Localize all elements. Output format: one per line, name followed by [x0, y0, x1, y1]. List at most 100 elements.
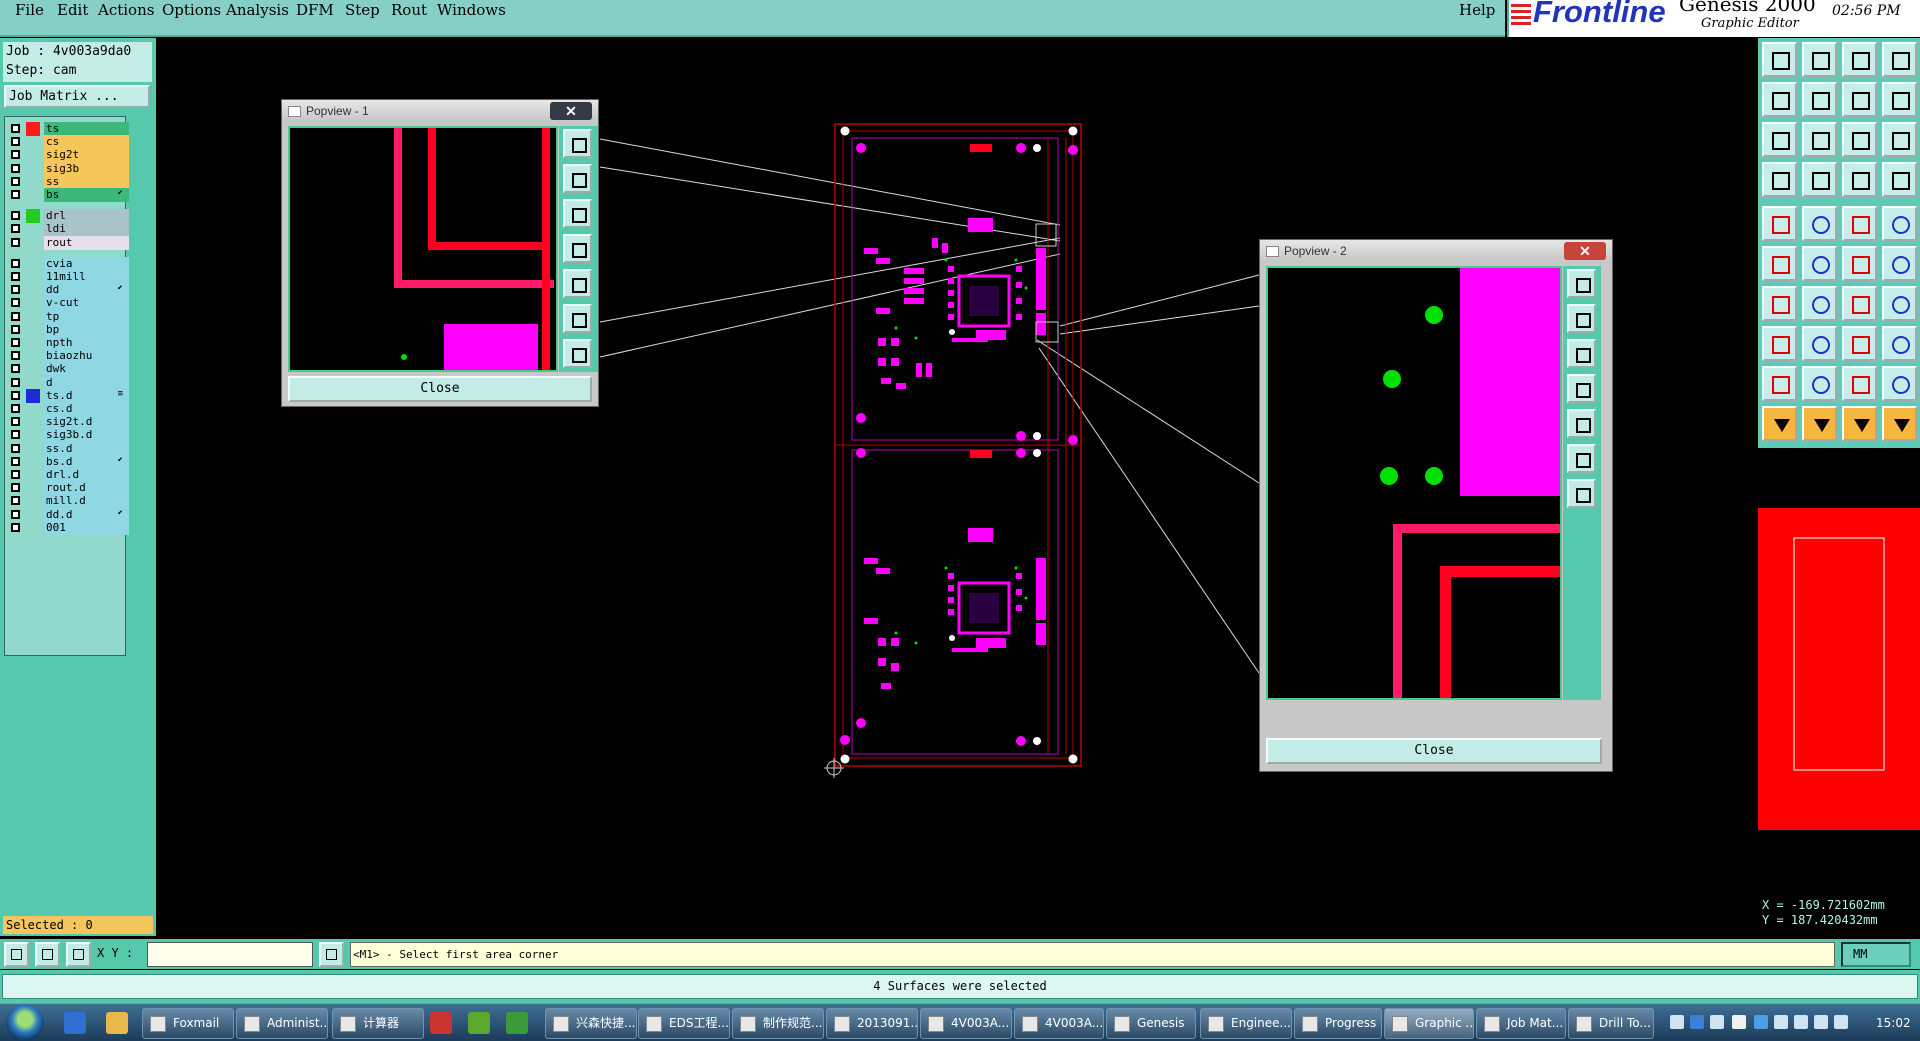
- line-style-icon[interactable]: [1842, 206, 1877, 241]
- taskbar-item[interactable]: 2013091...: [826, 1008, 918, 1039]
- layer-checkbox[interactable]: [11, 163, 20, 173]
- job-matrix-button[interactable]: Job Matrix ...: [4, 85, 150, 108]
- help-tray-icon[interactable]: [1690, 1015, 1704, 1029]
- taskbar-item[interactable]: 兴森快捷...: [545, 1008, 637, 1039]
- layer-checkbox[interactable]: [11, 404, 20, 413]
- popview-1-close-icon[interactable]: ✕: [550, 102, 592, 120]
- layer-checkbox[interactable]: [11, 176, 20, 186]
- menu-edit[interactable]: Edit: [57, 1, 88, 19]
- layer-checkbox[interactable]: [11, 390, 20, 400]
- layer-row-dwk[interactable]: dwk: [8, 362, 129, 377]
- draw-line-icon[interactable]: [1802, 206, 1837, 241]
- layer-name[interactable]: cs.d: [44, 402, 129, 416]
- slot-angle-icon[interactable]: [1802, 286, 1837, 321]
- pad-select-icon[interactable]: [1762, 326, 1797, 361]
- layer-checkbox[interactable]: [11, 496, 20, 506]
- layer-row-d[interactable]: d: [8, 375, 129, 390]
- popview-zoom-out-icon[interactable]: [563, 199, 592, 228]
- tray-icon-3[interactable]: [1710, 1015, 1724, 1029]
- layer-color-swatch[interactable]: [26, 283, 40, 297]
- layer-checkbox[interactable]: [11, 137, 20, 147]
- slot-tool-icon[interactable]: [1762, 286, 1797, 321]
- layer-color-swatch[interactable]: [26, 349, 40, 363]
- triangle-b-icon[interactable]: [1802, 366, 1837, 401]
- layer-color-swatch[interactable]: [26, 481, 40, 495]
- zoom-vertical-icon[interactable]: [1802, 122, 1837, 157]
- zoom-in-icon[interactable]: [1802, 42, 1837, 77]
- layer-color-swatch[interactable]: [26, 236, 40, 250]
- layer-row-v-cut[interactable]: v-cut: [8, 296, 129, 311]
- layer-name[interactable]: drl: [44, 209, 129, 224]
- tray-icon-1[interactable]: [1670, 1015, 1684, 1029]
- grid-mode-icon[interactable]: [66, 942, 91, 967]
- layer-name[interactable]: bs: [44, 188, 129, 202]
- layer-row-ss.d[interactable]: ss.d: [8, 441, 129, 456]
- layer-checkbox[interactable]: [11, 258, 20, 268]
- copy-tool-icon[interactable]: [1882, 326, 1917, 361]
- layer-color-swatch[interactable]: [26, 323, 40, 337]
- layer-row-drl.d[interactable]: drl.d: [8, 468, 129, 482]
- layer-row-dd.d[interactable]: dd.d ⬋: [8, 507, 129, 522]
- system-clock[interactable]: 15:02: [1876, 1016, 1911, 1030]
- pan-both-icon[interactable]: [1842, 82, 1877, 117]
- pan-right-icon[interactable]: [1802, 82, 1837, 117]
- app-icon-2[interactable]: [468, 1012, 490, 1034]
- popview-zoom-out-icon[interactable]: [1567, 339, 1596, 368]
- layer-checkbox[interactable]: [11, 443, 20, 453]
- taskbar-item[interactable]: Progress: [1294, 1008, 1382, 1039]
- layer-name[interactable]: dwk: [44, 362, 129, 377]
- menu-options[interactable]: Options: [162, 1, 221, 19]
- layer-row-tp[interactable]: tp: [8, 309, 129, 324]
- layer-color-swatch[interactable]: [26, 388, 40, 403]
- layer-color-swatch[interactable]: [26, 362, 40, 376]
- taskbar-item[interactable]: Genesis: [1106, 1008, 1196, 1039]
- zoom-ratio-icon[interactable]: [1842, 122, 1877, 157]
- layer-name[interactable]: rout.d: [44, 481, 129, 496]
- popview-2-close-icon[interactable]: ✕: [1564, 242, 1606, 260]
- layer-checkbox[interactable]: [11, 509, 20, 519]
- layer-color-swatch[interactable]: [26, 442, 40, 456]
- taskbar-item[interactable]: Job Mat...: [1476, 1008, 1566, 1039]
- layer-row-npth[interactable]: npth: [8, 336, 129, 350]
- layer-color-swatch[interactable]: [26, 148, 40, 162]
- layer-name[interactable]: mill.d: [44, 494, 129, 509]
- resize-icon[interactable]: [1842, 326, 1877, 361]
- layer-name[interactable]: ss: [44, 174, 129, 189]
- layer-checkbox[interactable]: [11, 190, 20, 199]
- layer-name[interactable]: cs: [44, 135, 129, 150]
- layer-name[interactable]: sig2t: [44, 148, 129, 163]
- volume-icon[interactable]: [1814, 1015, 1828, 1029]
- popview-expand-icon[interactable]: [1567, 444, 1596, 473]
- triangle-d-icon[interactable]: [1882, 366, 1917, 401]
- layer-row-cs[interactable]: cs: [8, 135, 129, 150]
- layer-checkbox[interactable]: [11, 237, 20, 247]
- layer-color-swatch[interactable]: [26, 508, 40, 522]
- layer-color-swatch[interactable]: [26, 122, 40, 136]
- menu-analysis[interactable]: Analysis: [226, 1, 289, 19]
- arc-tool-icon[interactable]: [1842, 246, 1877, 281]
- layer-checkbox[interactable]: [11, 311, 20, 321]
- cursor-select-icon[interactable]: [1762, 406, 1797, 441]
- layer-row-rout.d[interactable]: rout.d: [8, 481, 129, 496]
- layer-name[interactable]: ldi: [44, 222, 129, 237]
- layer-color-swatch[interactable]: [26, 428, 40, 442]
- menu-rout[interactable]: Rout: [391, 1, 427, 19]
- layer-color-swatch[interactable]: [26, 162, 40, 176]
- layer-row-dd[interactable]: dd ⬋: [8, 283, 129, 298]
- xy-input[interactable]: [147, 942, 313, 967]
- layer-color-swatch[interactable]: [26, 310, 40, 324]
- layer-color-swatch[interactable]: [26, 336, 40, 350]
- layer-name[interactable]: cvia: [44, 256, 129, 271]
- popview-1-close-button[interactable]: Close: [288, 376, 592, 402]
- app-icon-3[interactable]: [506, 1012, 528, 1034]
- popview-zoom-in-icon[interactable]: [1567, 304, 1596, 333]
- taskbar-item[interactable]: Foxmail: [142, 1008, 234, 1039]
- flag-icon[interactable]: [1774, 1015, 1788, 1029]
- layer-name[interactable]: rout: [44, 235, 129, 250]
- layer-color-swatch[interactable]: [26, 188, 40, 202]
- layer-checkbox[interactable]: [11, 483, 20, 493]
- layer-checkbox[interactable]: [11, 470, 20, 479]
- network-icon[interactable]: [1794, 1015, 1808, 1029]
- line-select-icon[interactable]: [1802, 326, 1837, 361]
- layer-name[interactable]: tp: [44, 309, 129, 324]
